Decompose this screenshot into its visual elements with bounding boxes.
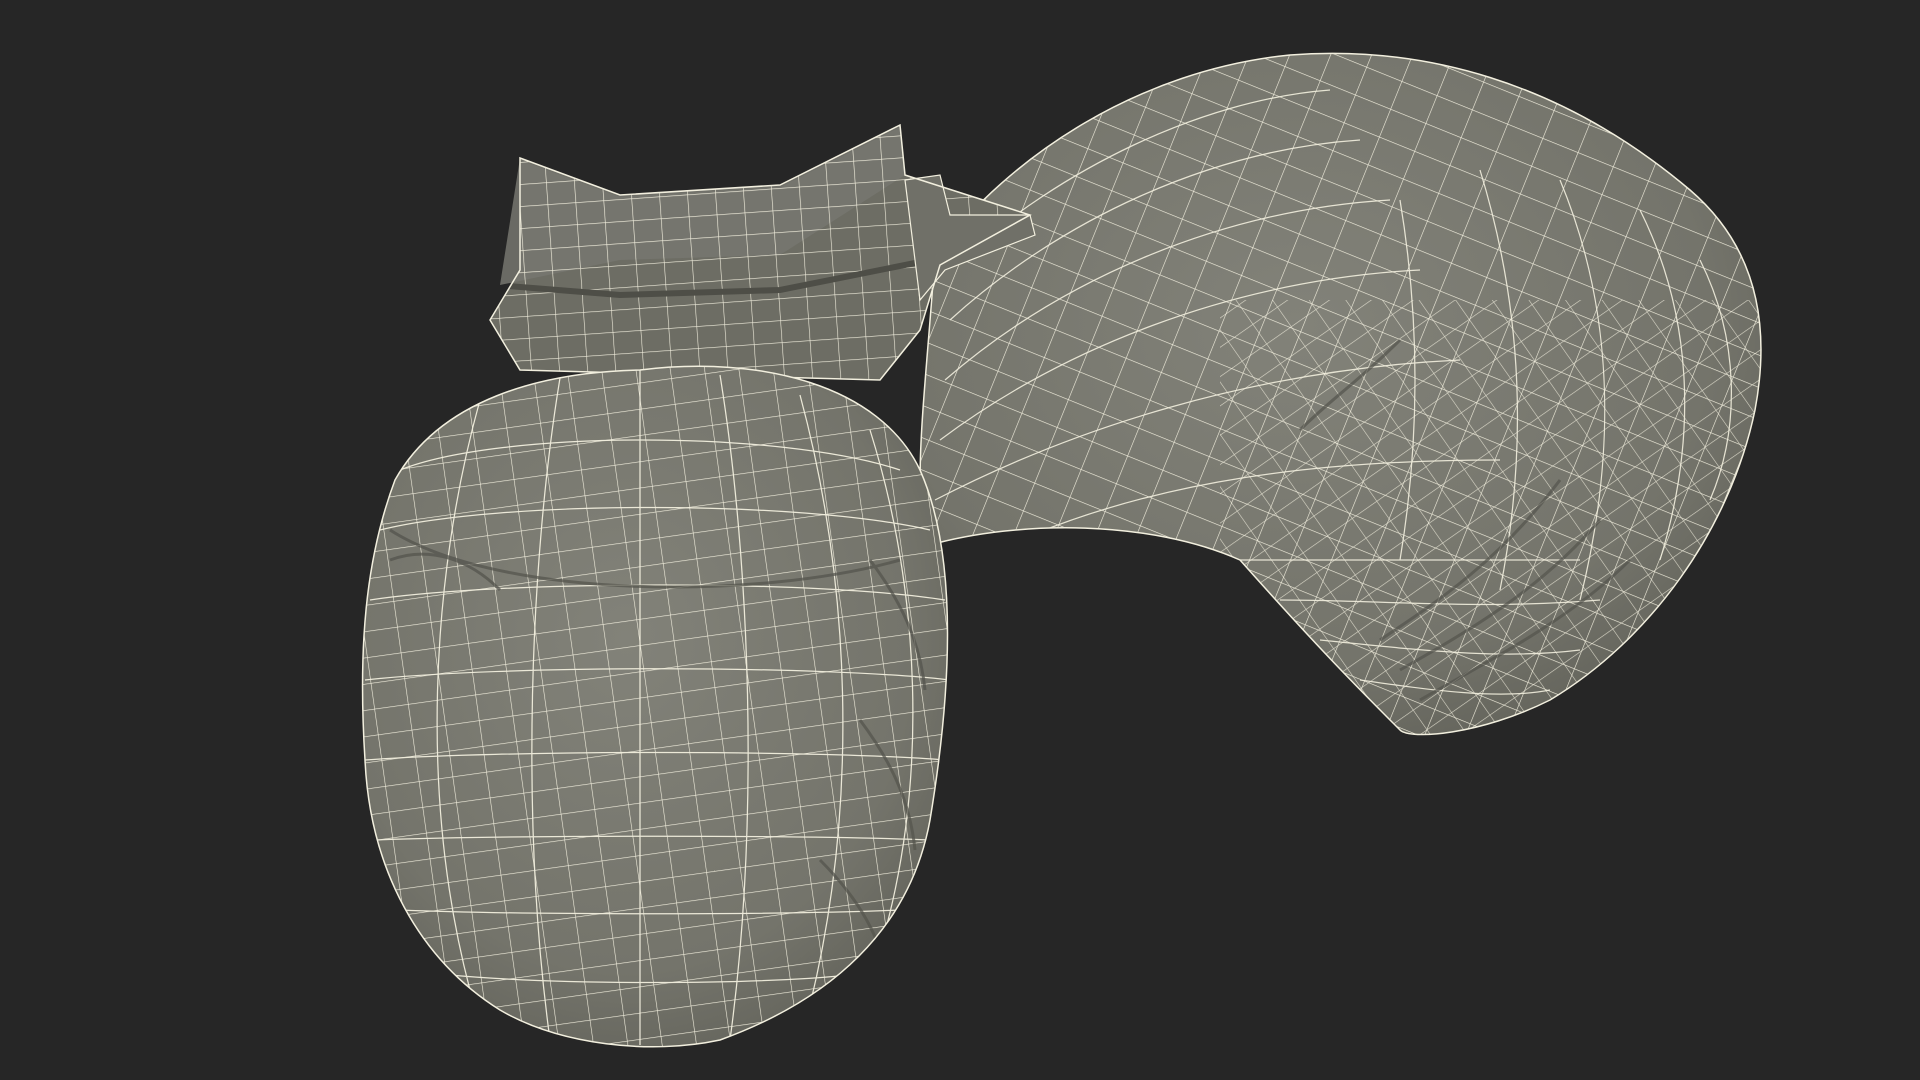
front-boxing-glove-mesh	[361, 365, 949, 1048]
wireframe-render	[361, 52, 1762, 1048]
3d-viewport	[0, 0, 1920, 1080]
rear-boxing-glove-mesh	[919, 52, 1762, 736]
